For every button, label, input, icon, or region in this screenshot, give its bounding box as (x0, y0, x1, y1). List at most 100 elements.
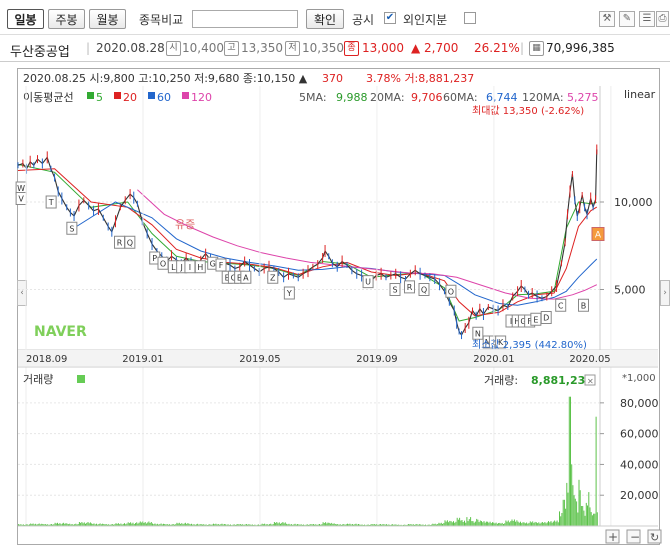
volume-bar (557, 522, 559, 526)
event-marker-label: R (407, 283, 413, 292)
volume-close-glyph: ✕ (587, 377, 594, 386)
volume-bar (566, 482, 568, 526)
volume-bar (148, 521, 150, 526)
scale-type[interactable]: linear (624, 88, 656, 101)
volume-bar (552, 521, 554, 526)
volume-bar (595, 416, 597, 526)
volume-bar (479, 520, 481, 526)
zoom-out-icon: − (630, 530, 640, 544)
ma20-value: 9,706 (411, 91, 443, 104)
volume-bar (493, 522, 495, 526)
volume-bar (534, 521, 536, 526)
event-marker-label: Q (127, 238, 133, 247)
volume-tick-label: 60,000 (620, 428, 659, 441)
volume-bar (445, 521, 447, 526)
x-tick-label: 2018.09 (26, 354, 67, 365)
volume-bar (550, 521, 552, 526)
event-marker-label: B (581, 301, 587, 310)
volume-bar (560, 516, 562, 526)
reset-icon: ↻ (650, 531, 659, 544)
volume-bar (278, 522, 280, 526)
event-marker-label: S (392, 286, 397, 295)
volume-bar (467, 521, 469, 526)
volume-bar (573, 495, 575, 526)
volume-bar (446, 520, 448, 526)
ma-legend-label-60: 60 (157, 91, 171, 104)
event-marker-label: J (179, 263, 182, 272)
volume-grid (18, 402, 600, 496)
volume-bar (511, 519, 513, 526)
volume-bar (325, 522, 327, 526)
volume-bar (571, 464, 573, 526)
volume-value: 8,881,237 (531, 374, 593, 387)
volume-bar (139, 521, 141, 526)
volume-bar (455, 521, 457, 526)
event-marker-label: A (595, 231, 602, 241)
volume-bar (580, 506, 582, 526)
volume-bar (478, 522, 480, 526)
hover-pct-volume: 3.78% 거:8,881,237 (366, 72, 474, 85)
event-markers: WV TSR QPO L J I H G FE C B A ZYUS R Q ONM L KI H G F E DC BA (15, 181, 605, 349)
volume-bar (485, 521, 487, 526)
volume-bar (466, 517, 468, 526)
volume-bar (489, 521, 491, 526)
ma-legend-swatch-20 (114, 92, 121, 99)
volume-bar (468, 519, 470, 526)
ma60-value: 6,744 (486, 91, 518, 104)
event-marker-label: R (117, 238, 123, 247)
volume-bar (492, 522, 493, 526)
rights-offering-label: 유증 (175, 218, 195, 231)
volume-bar (588, 492, 590, 526)
volume-bar (147, 522, 149, 526)
volume-bar (81, 522, 83, 526)
volume-bar (449, 520, 451, 526)
volume-bar (474, 521, 476, 526)
volume-axis-ticks: 20,000 40,000 60,000 80,000 (600, 397, 659, 502)
volume-unit: *1,000 (622, 373, 656, 384)
event-marker-label: C (558, 301, 564, 310)
naver-watermark: NAVER (34, 324, 87, 340)
volume-bar (577, 512, 579, 526)
volume-bar (450, 521, 452, 526)
volume-bar (462, 522, 464, 526)
ma5-label: 5MA: (299, 91, 327, 104)
volume-bar (531, 522, 532, 526)
volume-bar (461, 520, 463, 526)
volume-bar (141, 522, 143, 526)
zoom-in-icon: + (608, 530, 618, 544)
event-marker-label: S (69, 224, 74, 233)
volume-bar (590, 512, 592, 526)
volume-bar (89, 522, 91, 526)
x-tick-label: 2020.05 (569, 354, 610, 365)
volume-bar (459, 517, 461, 526)
stock-chart: 2020.08.25 시:9,800 고:10,250 저:9,680 종:10… (15, 72, 662, 544)
volume-bar (587, 505, 588, 526)
volume-bar (515, 521, 517, 526)
volume-bar (453, 521, 454, 526)
event-marker-label: F (219, 261, 224, 270)
volume-bar (593, 513, 595, 526)
volume-bar (130, 522, 132, 526)
volume-bar (576, 501, 578, 526)
volume-bar (509, 522, 511, 526)
volume-bar (572, 485, 574, 526)
volume-bar (541, 522, 543, 526)
volume-bar (83, 522, 85, 526)
volume-bar (574, 498, 576, 526)
event-marker-label: G (210, 259, 216, 268)
volume-bar (142, 521, 144, 526)
ma20-label: 20MA: (370, 91, 405, 104)
ma-line-5 (17, 163, 597, 322)
ma-legend-label-20: 20 (123, 91, 137, 104)
volume-bar (589, 507, 591, 526)
volume-bar (584, 515, 586, 526)
volume-title: 거래량 (23, 373, 53, 386)
volume-bar (273, 522, 275, 526)
volume-bar (150, 522, 152, 526)
volume-bar (578, 479, 580, 526)
volume-bar (136, 522, 138, 526)
volume-bar (513, 519, 515, 526)
volume-bar (562, 499, 564, 526)
event-marker-label: Q (421, 286, 427, 295)
volume-bar (563, 499, 565, 526)
